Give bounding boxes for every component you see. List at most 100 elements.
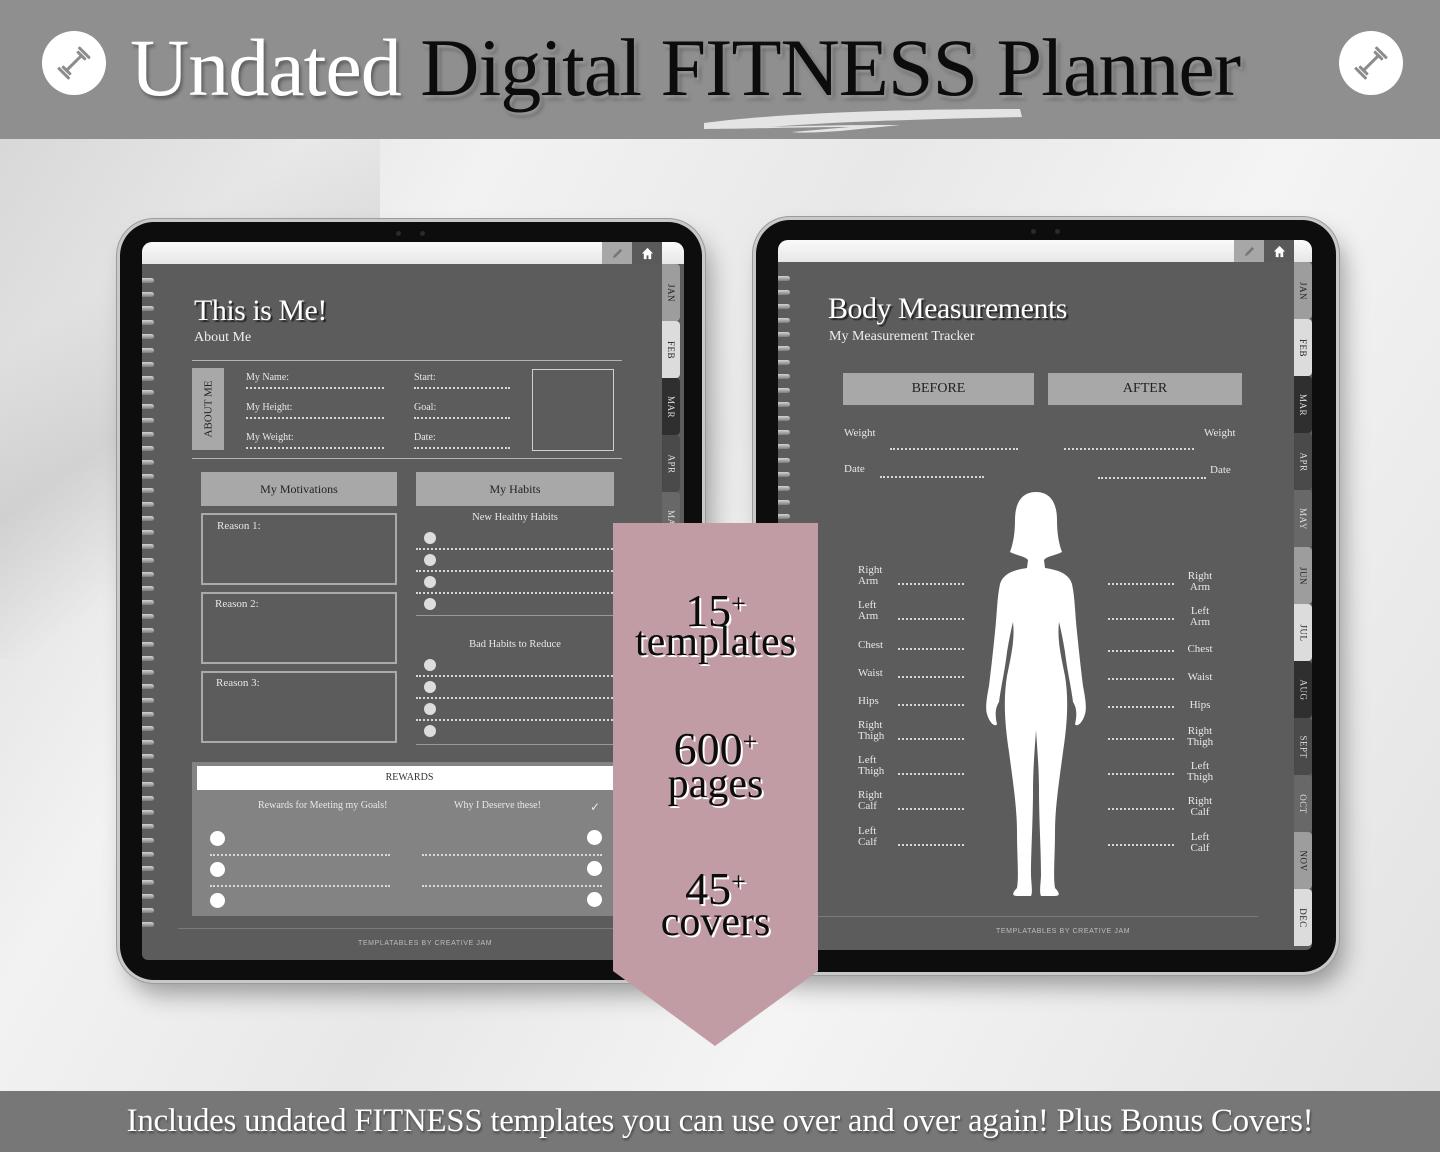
reward-checkbox[interactable] bbox=[210, 893, 225, 908]
after-date-label: Date bbox=[1210, 464, 1231, 476]
measurement-label: Right Arm bbox=[1178, 571, 1222, 593]
habit-checkbox[interactable] bbox=[424, 532, 436, 544]
measurement-input[interactable] bbox=[898, 704, 964, 706]
camera bbox=[376, 229, 446, 237]
home-button[interactable] bbox=[1264, 240, 1294, 262]
measurement-input[interactable] bbox=[1108, 618, 1174, 620]
tab-jan[interactable]: JAN bbox=[1294, 262, 1312, 319]
habit-line[interactable] bbox=[416, 570, 616, 572]
divider bbox=[416, 615, 616, 616]
pencil-button[interactable] bbox=[602, 242, 632, 264]
measurement-input[interactable] bbox=[1108, 844, 1174, 846]
reward-checkbox[interactable] bbox=[210, 862, 225, 877]
measurement-input[interactable] bbox=[898, 844, 964, 846]
bad-habit-line[interactable] bbox=[416, 697, 616, 699]
measurement-label: Hips bbox=[858, 696, 879, 707]
measurement-input[interactable] bbox=[1108, 808, 1174, 810]
measurement-input[interactable] bbox=[1108, 706, 1174, 708]
reward-line[interactable] bbox=[210, 885, 390, 887]
habit-line[interactable] bbox=[416, 548, 616, 550]
tab-nov[interactable]: NOV bbox=[1294, 832, 1312, 889]
after-date-input[interactable] bbox=[1098, 477, 1206, 479]
deserve-checkbox[interactable] bbox=[587, 830, 602, 845]
bad-habit-checkbox[interactable] bbox=[424, 725, 436, 737]
tab-may[interactable]: MAY bbox=[1294, 490, 1312, 547]
photo-box[interactable] bbox=[532, 369, 614, 451]
goal-input[interactable] bbox=[414, 417, 510, 419]
weight-input[interactable] bbox=[246, 447, 384, 449]
tab-mar[interactable]: MAR bbox=[1294, 376, 1312, 433]
dumbbell-icon bbox=[1354, 46, 1388, 80]
field-label-date: Date: bbox=[414, 432, 436, 443]
rewards-header: REWARDS bbox=[197, 766, 622, 790]
measurement-label-line: Waist bbox=[1187, 671, 1213, 683]
bad-habit-line[interactable] bbox=[416, 675, 616, 677]
home-icon bbox=[1273, 245, 1285, 257]
bad-habit-line[interactable] bbox=[416, 719, 616, 721]
measurement-input[interactable] bbox=[898, 676, 964, 678]
measurement-input[interactable] bbox=[1108, 583, 1174, 585]
deserve-line[interactable] bbox=[422, 885, 602, 887]
measurement-label-line: Waist bbox=[858, 667, 883, 679]
tab-jun[interactable]: JUN bbox=[1294, 547, 1312, 604]
before-weight-input[interactable] bbox=[890, 448, 1018, 450]
bad-habit-checkbox[interactable] bbox=[424, 659, 436, 671]
tab-apr[interactable]: APR bbox=[662, 435, 680, 492]
measurement-label-line: Arm bbox=[858, 610, 879, 622]
headline-light: Undated bbox=[130, 22, 402, 113]
home-button[interactable] bbox=[632, 242, 662, 264]
reward-line[interactable] bbox=[210, 854, 390, 856]
headline-dark: Digital FITNESS Planner bbox=[420, 22, 1241, 113]
tab-mar[interactable]: MAR bbox=[662, 378, 680, 435]
deserve-checkbox[interactable] bbox=[587, 861, 602, 876]
rewards-col2-label: Why I Deserve these! bbox=[454, 800, 541, 811]
page-subtitle: About Me bbox=[194, 330, 252, 345]
after-header: AFTER bbox=[1048, 373, 1242, 405]
measurement-label-line: Hips bbox=[858, 695, 879, 707]
habit-checkbox[interactable] bbox=[424, 576, 436, 588]
camera bbox=[1011, 227, 1081, 235]
bad-habit-checkbox[interactable] bbox=[424, 703, 436, 715]
before-date-input[interactable] bbox=[880, 476, 984, 478]
habit-checkbox[interactable] bbox=[424, 598, 436, 610]
pencil-button[interactable] bbox=[1234, 240, 1264, 262]
field-label-name: My Name: bbox=[246, 372, 290, 383]
tab-dec[interactable]: DEC bbox=[1294, 889, 1312, 946]
tab-feb[interactable]: FEB bbox=[1294, 319, 1312, 376]
measurement-input[interactable] bbox=[898, 738, 964, 740]
dumbbell-badge-right bbox=[1339, 31, 1403, 95]
measurement-label: Left Calf bbox=[858, 826, 877, 848]
tab-sept[interactable]: SEPT bbox=[1294, 718, 1312, 775]
height-input[interactable] bbox=[246, 417, 384, 419]
tab-feb[interactable]: FEB bbox=[662, 321, 680, 378]
measurement-input[interactable] bbox=[1108, 678, 1174, 680]
name-input[interactable] bbox=[246, 387, 384, 389]
measurement-input[interactable] bbox=[1108, 773, 1174, 775]
measurement-input[interactable] bbox=[898, 618, 964, 620]
deserve-line[interactable] bbox=[422, 854, 602, 856]
bad-habit-checkbox[interactable] bbox=[424, 681, 436, 693]
tab-aug[interactable]: AUG bbox=[1294, 661, 1312, 718]
measurement-input[interactable] bbox=[898, 583, 964, 585]
tab-jul[interactable]: JUL bbox=[1294, 604, 1312, 661]
deserve-checkbox[interactable] bbox=[587, 892, 602, 907]
habit-line[interactable] bbox=[416, 592, 616, 594]
date-input[interactable] bbox=[414, 447, 510, 449]
tab-jan[interactable]: JAN bbox=[662, 264, 680, 321]
measurement-label-line: Arm bbox=[858, 575, 879, 587]
footer-banner: Includes undated FITNESS templates you c… bbox=[0, 1091, 1440, 1152]
measurement-input[interactable] bbox=[898, 648, 964, 650]
measurement-input[interactable] bbox=[1108, 650, 1174, 652]
after-weight-input[interactable] bbox=[1064, 448, 1194, 450]
measurement-input[interactable] bbox=[898, 773, 964, 775]
tab-apr[interactable]: APR bbox=[1294, 433, 1312, 490]
start-input[interactable] bbox=[414, 387, 510, 389]
home-icon bbox=[641, 247, 653, 259]
measurement-label: Chest bbox=[858, 640, 883, 651]
reward-checkbox[interactable] bbox=[210, 831, 225, 846]
measurement-input[interactable] bbox=[898, 808, 964, 810]
measurement-input[interactable] bbox=[1108, 738, 1174, 740]
tab-oct[interactable]: OCT bbox=[1294, 775, 1312, 832]
habit-checkbox[interactable] bbox=[424, 554, 436, 566]
after-weight-label: Weight bbox=[1204, 427, 1236, 439]
